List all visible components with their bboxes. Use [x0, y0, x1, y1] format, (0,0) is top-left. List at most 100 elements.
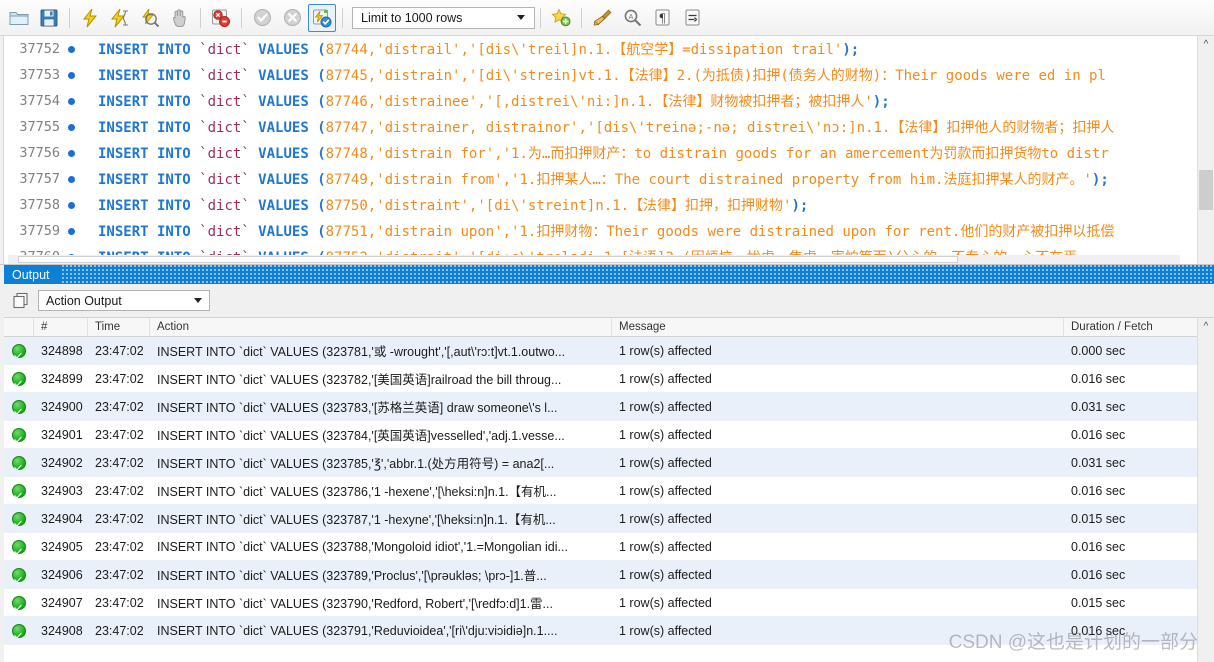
row-number: 324908: [41, 623, 83, 638]
sql-identifier: `dict`: [199, 198, 250, 214]
sql-keyword: INSERT INTO: [98, 224, 191, 240]
sql-value: 87748,'distrain for','1.为…而扣押财产：to distr…: [325, 146, 1109, 162]
output-view-select[interactable]: Action Output: [38, 290, 210, 311]
success-check-icon: [12, 511, 26, 526]
toolbar-separator: [342, 7, 343, 28]
row-limit-select[interactable]: Limit to 1000 rows: [352, 6, 535, 29]
table-row[interactable]: 324900 23:47:02 INSERT INTO `dict` VALUE…: [4, 393, 1197, 421]
success-check-icon: [12, 427, 26, 442]
sql-keyword: VALUES: [258, 224, 309, 240]
beautify-broom-icon[interactable]: [588, 4, 616, 32]
autocommit-icon[interactable]: [308, 3, 336, 32]
line-marker-icon[interactable]: [60, 201, 82, 209]
sql-paren: (: [317, 68, 326, 84]
table-row[interactable]: 324901 23:47:02 INSERT INTO `dict` VALUE…: [4, 421, 1197, 449]
row-status-icon: [4, 371, 34, 386]
commit-check-icon[interactable]: [248, 4, 276, 32]
open-file-icon[interactable]: [5, 4, 33, 32]
success-check-icon: [12, 371, 26, 386]
line-marker-icon[interactable]: [60, 71, 82, 79]
explain-magnifier-icon[interactable]: [136, 4, 164, 32]
row-time: 23:47:02: [95, 455, 144, 470]
grid-header-number[interactable]: #: [34, 318, 88, 336]
code-text: INSERT INTO `dict` VALUES (87745,'distra…: [82, 65, 1106, 85]
code-text: INSERT INTO `dict` VALUES (87747,'distra…: [82, 117, 1114, 137]
row-status-icon: [4, 511, 34, 526]
row-time: 23:47:02: [95, 427, 144, 442]
sql-keyword: INSERT INTO: [98, 94, 191, 110]
line-marker-icon[interactable]: [60, 175, 82, 183]
table-row[interactable]: 324905 23:47:02 INSERT INTO `dict` VALUE…: [4, 533, 1197, 561]
line-marker-icon[interactable]: [60, 149, 82, 157]
row-time: 23:47:02: [95, 399, 144, 414]
success-check-icon: [12, 567, 26, 582]
row-duration: 0.016 sec: [1071, 427, 1126, 442]
star-plus-icon[interactable]: [547, 4, 575, 32]
line-marker-icon[interactable]: [60, 45, 82, 53]
execute-current-icon[interactable]: [106, 4, 134, 32]
success-check-icon: [12, 399, 26, 414]
editor-vertical-scrollbar[interactable]: ^: [1197, 36, 1214, 264]
row-number: 324903: [41, 483, 83, 498]
code-text: INSERT INTO `dict` VALUES (87744,'distra…: [82, 39, 859, 59]
row-action: INSERT INTO `dict` VALUES (323789,'Procl…: [157, 569, 547, 583]
code-text: INSERT INTO `dict` VALUES (87746,'distra…: [82, 91, 890, 111]
line-marker-icon[interactable]: [60, 227, 82, 235]
line-marker-icon[interactable]: [60, 97, 82, 105]
row-action: INSERT INTO `dict` VALUES (323791,'Reduv…: [157, 623, 558, 638]
row-time: 23:47:02: [95, 343, 144, 358]
stop-hand-icon[interactable]: [166, 4, 194, 32]
line-number: 37755: [19, 119, 60, 135]
table-row[interactable]: 324906 23:47:02 INSERT INTO `dict` VALUE…: [4, 561, 1197, 589]
row-number: 324906: [41, 567, 83, 582]
grid-header-action[interactable]: Action: [150, 318, 612, 336]
success-check-icon: [12, 623, 26, 638]
row-duration: 0.016 sec: [1071, 483, 1126, 498]
row-action: INSERT INTO `dict` VALUES (323782,'[美国英语…: [157, 373, 562, 387]
save-file-icon[interactable]: [35, 4, 63, 32]
row-duration: 0.016 sec: [1071, 623, 1126, 638]
grid-header-message[interactable]: Message: [612, 318, 1064, 336]
pilcrow-invisible-icon[interactable]: ¶: [648, 4, 676, 32]
editor-hscroll-thumb[interactable]: [18, 256, 958, 263]
find-magnifier-icon[interactable]: A: [618, 4, 646, 32]
execute-lightning-icon[interactable]: [76, 4, 104, 32]
row-number: 324902: [41, 455, 83, 470]
scroll-up-chevron-icon[interactable]: ^: [1204, 318, 1209, 335]
scroll-up-chevron-icon[interactable]: ^: [1198, 36, 1214, 53]
grid-header-duration[interactable]: Duration / Fetch: [1064, 318, 1197, 336]
table-row[interactable]: 324907 23:47:02 INSERT INTO `dict` VALUE…: [4, 589, 1197, 617]
table-row[interactable]: 324902 23:47:02 INSERT INTO `dict` VALUE…: [4, 449, 1197, 477]
output-view-icon[interactable]: [12, 292, 30, 310]
sql-keyword: INSERT INTO: [98, 68, 191, 84]
editor-horizontal-scrollbar[interactable]: [8, 255, 1180, 264]
row-time: 23:47:02: [95, 567, 144, 582]
toolbar-separator: [540, 7, 541, 28]
success-check-icon: [12, 455, 26, 470]
row-status-icon: [4, 539, 34, 554]
table-row[interactable]: 324908 23:47:02 INSERT INTO `dict` VALUE…: [4, 617, 1197, 645]
code-line: 37754 INSERT INTO `dict` VALUES (87746,'…: [4, 88, 1197, 114]
toggle-stop-on-error-icon[interactable]: [207, 4, 235, 32]
sql-editor[interactable]: 37752 INSERT INTO `dict` VALUES (87744,'…: [0, 36, 1214, 265]
sql-paren: (: [317, 94, 326, 110]
row-duration: 0.016 sec: [1071, 371, 1126, 386]
sql-paren: (: [317, 120, 326, 136]
sql-code-area[interactable]: 37752 INSERT INTO `dict` VALUES (87744,'…: [4, 36, 1197, 264]
editor-vscroll-thumb[interactable]: [1199, 170, 1213, 210]
sql-identifier: `dict`: [199, 146, 250, 162]
line-number: 37756: [19, 145, 60, 161]
table-row[interactable]: 324898 23:47:02 INSERT INTO `dict` VALUE…: [4, 337, 1197, 365]
line-marker-icon[interactable]: [60, 123, 82, 131]
grid-header-time[interactable]: Time: [88, 318, 150, 336]
row-number: 324901: [41, 427, 83, 442]
wrap-text-icon[interactable]: [678, 4, 706, 32]
sql-value: 87751,'distrain upon','1.扣押财物：Their good…: [325, 224, 1115, 240]
table-row[interactable]: 324899 23:47:02 INSERT INTO `dict` VALUE…: [4, 365, 1197, 393]
success-check-icon: [12, 343, 26, 358]
row-action: INSERT INTO `dict` VALUES (323788,'Mongo…: [157, 539, 568, 554]
rollback-cross-icon[interactable]: [278, 4, 306, 32]
table-row[interactable]: 324904 23:47:02 INSERT INTO `dict` VALUE…: [4, 505, 1197, 533]
table-row[interactable]: 324903 23:47:02 INSERT INTO `dict` VALUE…: [4, 477, 1197, 505]
grid-vertical-scrollbar[interactable]: ^: [1197, 318, 1214, 662]
